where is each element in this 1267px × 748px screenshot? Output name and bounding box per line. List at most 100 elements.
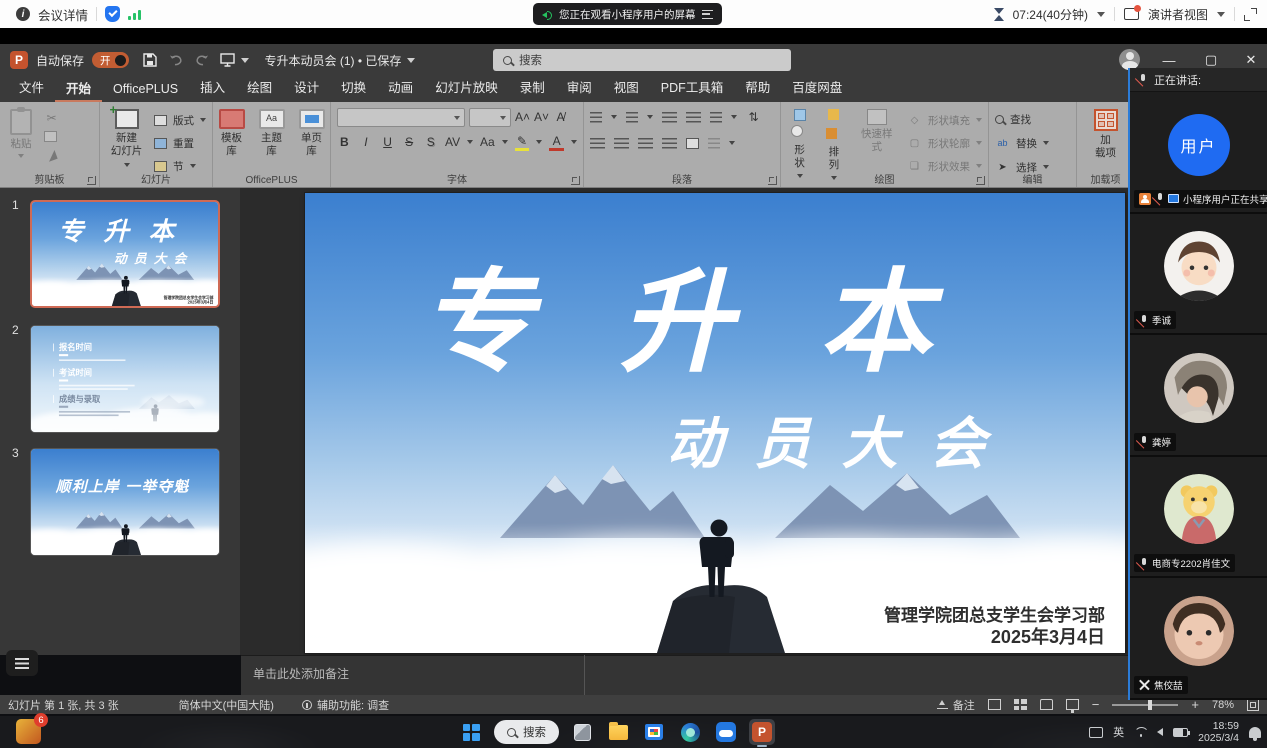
powerpoint-logo-icon[interactable]: P bbox=[10, 51, 28, 69]
tab-design[interactable]: 设计 bbox=[283, 73, 330, 102]
redo-button[interactable] bbox=[189, 49, 215, 71]
edge-button[interactable] bbox=[677, 719, 703, 745]
participant-tile-user[interactable]: 用户 小程序用户正在共享 bbox=[1130, 92, 1267, 214]
notification-app-icon[interactable]: 6 bbox=[16, 719, 41, 744]
cut-icon[interactable]: ✂ bbox=[44, 111, 59, 125]
start-button[interactable] bbox=[458, 719, 484, 745]
zoom-slider-thumb[interactable] bbox=[1148, 700, 1152, 710]
microsoft-store-button[interactable] bbox=[641, 719, 667, 745]
copy-icon[interactable] bbox=[44, 131, 57, 142]
justify-icon[interactable] bbox=[662, 138, 677, 149]
tab-transitions[interactable]: 切换 bbox=[330, 73, 377, 102]
strikethrough-icon[interactable]: S bbox=[402, 135, 417, 149]
shape-outline-button[interactable]: ▢形状轮廓 bbox=[907, 133, 982, 153]
meeting-details-link[interactable]: 会议详情 bbox=[38, 5, 88, 24]
wifi-icon[interactable] bbox=[1134, 727, 1147, 737]
bold-icon[interactable]: B bbox=[337, 135, 352, 149]
page-library-button[interactable]: 单页库 bbox=[295, 107, 329, 160]
undo-button[interactable] bbox=[163, 49, 189, 71]
watching-banner[interactable]: 您正在观看小程序用户的屏幕 bbox=[533, 3, 722, 25]
normal-view-button[interactable] bbox=[988, 699, 1001, 710]
slide-thumbnail-2[interactable]: 报名时间 考试时间 成绩与录取 bbox=[30, 325, 220, 433]
align-right-icon[interactable] bbox=[638, 138, 653, 149]
powerpoint-taskbar-button[interactable]: P bbox=[749, 719, 775, 745]
tab-baidu-netdisk[interactable]: 百度网盘 bbox=[781, 73, 853, 102]
increase-indent-icon[interactable] bbox=[686, 112, 701, 123]
view-mode-button[interactable]: 演讲者视图 bbox=[1148, 6, 1208, 23]
save-button[interactable] bbox=[137, 49, 163, 71]
tab-review[interactable]: 审阅 bbox=[556, 73, 603, 102]
clipboard-dialog-launcher[interactable] bbox=[87, 176, 96, 185]
increase-font-icon[interactable]: A˄ bbox=[515, 110, 530, 124]
tab-record[interactable]: 录制 bbox=[509, 73, 556, 102]
find-button[interactable]: 查找 bbox=[995, 109, 1070, 129]
decrease-font-icon[interactable]: A˅ bbox=[534, 110, 549, 124]
notes-toggle-button[interactable]: 备注 bbox=[937, 697, 975, 713]
fit-to-window-button[interactable] bbox=[1247, 699, 1259, 711]
network-signal-icon[interactable] bbox=[128, 9, 141, 20]
text-shadow-icon[interactable]: S bbox=[423, 135, 438, 149]
new-slide-button[interactable]: 新建 幻灯片 bbox=[106, 107, 147, 176]
underline-icon[interactable]: U bbox=[380, 135, 395, 149]
slide-thumbnail-3[interactable]: 顺利上岸 一举夺魁 bbox=[30, 448, 220, 556]
start-slideshow-button[interactable] bbox=[215, 49, 241, 71]
tab-help[interactable]: 帮助 bbox=[734, 73, 781, 102]
autosave-toggle[interactable]: 开 bbox=[92, 52, 129, 68]
font-size-combo[interactable] bbox=[469, 108, 511, 127]
file-explorer-button[interactable] bbox=[605, 719, 631, 745]
meeting-info-icon[interactable]: i bbox=[16, 7, 30, 21]
slide-canvas[interactable]: 专 升 本 动 员 大 会 管理学院团总支学生会学习部 2025年3月4日 bbox=[305, 193, 1125, 653]
paste-button[interactable]: 粘贴 bbox=[6, 107, 36, 162]
font-color-icon[interactable]: A bbox=[549, 134, 564, 151]
slideshow-view-button[interactable] bbox=[1066, 699, 1079, 710]
accessibility-status[interactable]: 辅助功能: 调查 bbox=[302, 697, 389, 713]
highlight-icon[interactable]: ✎ bbox=[515, 134, 530, 151]
layout-button[interactable]: 版式 bbox=[154, 110, 206, 130]
volume-icon[interactable] bbox=[1157, 728, 1163, 736]
zoom-level[interactable]: 78% bbox=[1212, 699, 1234, 711]
document-title[interactable]: 专升本动员会 (1) • 已保存 bbox=[265, 52, 416, 69]
participant-tile[interactable]: 季诚 bbox=[1130, 214, 1267, 336]
meeting-app-button[interactable] bbox=[713, 719, 739, 745]
tab-draw[interactable]: 绘图 bbox=[236, 73, 283, 102]
tab-view[interactable]: 视图 bbox=[603, 73, 650, 102]
align-left-icon[interactable] bbox=[590, 138, 605, 149]
reset-button[interactable]: 重置 bbox=[154, 133, 206, 153]
tab-officeplus[interactable]: OfficePLUS bbox=[102, 78, 189, 102]
theme-library-button[interactable]: Aa 主题库 bbox=[255, 107, 289, 160]
font-dialog-launcher[interactable] bbox=[571, 176, 580, 185]
slide-thumbnail-1[interactable]: 专 升 本 动 员 大 会 管理学院团总支学生会学习部 2025年3月4日 bbox=[30, 200, 220, 308]
cast-tray-icon[interactable] bbox=[1089, 727, 1103, 738]
smartart-icon[interactable] bbox=[708, 138, 720, 149]
columns-icon[interactable] bbox=[686, 138, 699, 149]
taskbar-search[interactable]: 搜索 bbox=[494, 720, 559, 744]
align-center-icon[interactable] bbox=[614, 138, 629, 149]
tab-slideshow[interactable]: 幻灯片放映 bbox=[424, 73, 509, 102]
drawing-dialog-launcher[interactable] bbox=[976, 176, 985, 185]
task-view-button[interactable] bbox=[569, 719, 595, 745]
participant-tile[interactable]: 龚婷 bbox=[1130, 335, 1267, 457]
tray-clock[interactable]: 18:59 2025/3/4 bbox=[1198, 720, 1239, 744]
language-status[interactable]: 简体中文(中国大陆) bbox=[179, 697, 274, 713]
format-painter-icon[interactable]: ◢ bbox=[42, 146, 61, 164]
tab-pdf-tools[interactable]: PDF工具箱 bbox=[650, 73, 735, 102]
tab-home[interactable]: 开始 bbox=[55, 74, 102, 103]
shape-fill-button[interactable]: ◇形状填充 bbox=[907, 110, 982, 130]
font-name-combo[interactable] bbox=[337, 108, 465, 127]
battery-icon[interactable] bbox=[1173, 728, 1188, 737]
timer-dropdown-icon[interactable] bbox=[1097, 12, 1105, 17]
notes-pane[interactable]: 单击此处添加备注 bbox=[241, 655, 1267, 695]
text-direction-icon[interactable]: ⇅ bbox=[746, 110, 761, 124]
tab-file[interactable]: 文件 bbox=[8, 73, 55, 102]
line-spacing-icon[interactable] bbox=[710, 112, 722, 123]
security-shield-icon[interactable] bbox=[105, 6, 120, 22]
panel-view-toggle-button[interactable] bbox=[6, 650, 38, 676]
input-language-indicator[interactable]: 英 bbox=[1113, 724, 1124, 740]
reading-view-button[interactable] bbox=[1040, 699, 1053, 710]
addins-button[interactable]: 加载项 bbox=[1083, 107, 1128, 162]
template-library-button[interactable]: 模板库 bbox=[215, 107, 249, 160]
char-spacing-icon[interactable]: AV bbox=[445, 135, 460, 149]
tab-animations[interactable]: 动画 bbox=[377, 73, 424, 102]
banner-menu-icon[interactable] bbox=[702, 10, 713, 19]
quick-access-dropdown-icon[interactable] bbox=[241, 58, 249, 63]
